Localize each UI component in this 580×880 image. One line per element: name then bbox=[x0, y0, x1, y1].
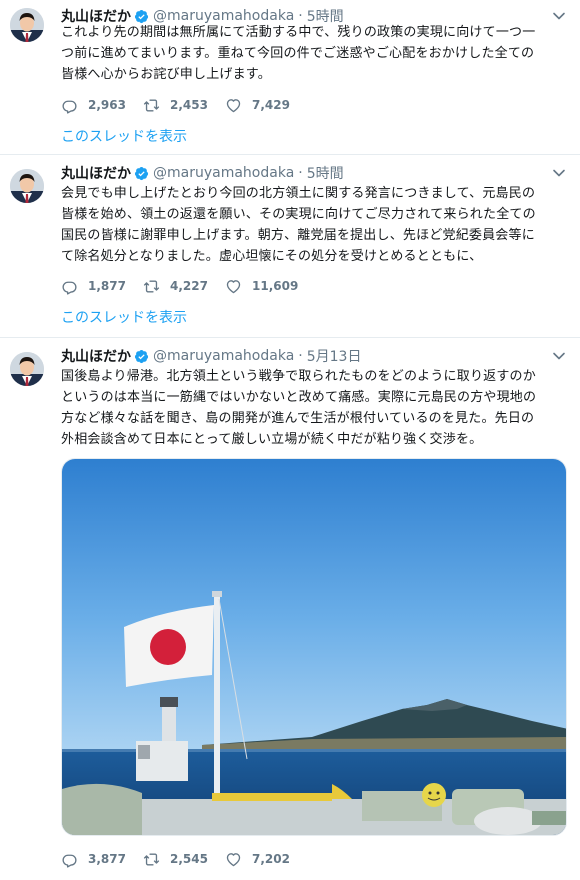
avatar[interactable] bbox=[10, 8, 44, 42]
user-handle[interactable]: @maruyamahodaka bbox=[153, 165, 294, 181]
tweet-text-line: 方など様々な話を聞き、島の開発が進んで生活が根付いているのを見た。先日の bbox=[61, 411, 535, 426]
show-thread-link[interactable]: このスレッドを表示 bbox=[61, 307, 187, 327]
retweet-button[interactable]: 2,545 bbox=[143, 851, 225, 868]
tweet-text: これより先の期間は無所属にて活動する中で、残りの政策の実現に向けて一つ一 つ前に… bbox=[61, 22, 571, 85]
reply-button[interactable]: 2,963 bbox=[61, 97, 143, 114]
heart-icon bbox=[225, 278, 242, 295]
like-button[interactable]: 7,429 bbox=[225, 97, 307, 114]
tweet-text-line: 皆様を始め、領土の返還を願い、その実現に向けてご尽力されて来られた全ての bbox=[61, 207, 536, 222]
like-count: 11,609 bbox=[252, 279, 299, 293]
timestamp[interactable]: 5時間 bbox=[307, 163, 344, 183]
tweet-photo[interactable] bbox=[61, 458, 567, 836]
tweet[interactable]: 丸山ほだか @maruyamahodaka · 5時間 会見でも申し上げたとおり… bbox=[0, 155, 580, 338]
tweet-text-line: 会見でも申し上げたとおり今回の北方領土に関する発言につきまして、元島民の bbox=[61, 186, 536, 201]
avatar[interactable] bbox=[10, 169, 44, 203]
heart-icon bbox=[225, 97, 242, 114]
timestamp[interactable]: 5月13日 bbox=[307, 346, 362, 366]
show-thread-link[interactable]: このスレッドを表示 bbox=[61, 126, 187, 146]
tweet-text-line: て除名処分となりました。虚心坦懐にその処分を受けとめるとともに、 bbox=[61, 249, 483, 264]
tweet-text-line: つ前に進めてまいります。重ねて今回の件でご迷惑やご心配をおかけした全ての bbox=[61, 46, 535, 61]
tweet-text-line: これより先の期間は無所属にて活動する中で、残りの政策の実現に向けて一つ一 bbox=[61, 25, 536, 40]
like-button[interactable]: 7,202 bbox=[225, 851, 307, 868]
reply-icon bbox=[61, 851, 78, 868]
verified-badge-icon bbox=[134, 349, 149, 364]
tweet-text: 会見でも申し上げたとおり今回の北方領土に関する発言につきまして、元島民の 皆様を… bbox=[61, 183, 571, 267]
tweet-text: 国後島より帰港。北方領土という戦争で取られたものをどのように取り返すのか という… bbox=[61, 366, 571, 450]
ship-flag-sea-photo bbox=[62, 459, 566, 835]
retweet-button[interactable]: 4,227 bbox=[143, 278, 225, 295]
reply-button[interactable]: 3,877 bbox=[61, 851, 143, 868]
tweet-text-line: 外相会談含めて日本にとって厳しい立場が続く中だが粘り強く交渉を。 bbox=[61, 432, 483, 447]
tweet-text-line: 皆様へ心からお詫び申し上げます。 bbox=[61, 67, 271, 82]
chevron-down-icon[interactable] bbox=[552, 349, 566, 363]
reply-button[interactable]: 1,877 bbox=[61, 278, 143, 295]
tweet[interactable]: 丸山ほだか @maruyamahodaka · 5時間 これより先の期間は無所属… bbox=[0, 0, 580, 155]
retweet-button[interactable]: 2,453 bbox=[143, 97, 225, 114]
tweet-actions: 3,877 2,545 7,202 bbox=[61, 849, 307, 869]
heart-icon bbox=[225, 851, 242, 868]
reply-count: 1,877 bbox=[88, 279, 126, 293]
tweet-text-line: というのは本当に一筋縄ではいかないと改めて痛感。実際に元島民の方や現地の bbox=[61, 390, 537, 405]
display-name[interactable]: 丸山ほだか bbox=[61, 346, 131, 366]
tweet-text-line: 国後島より帰港。北方領土という戦争で取られたものをどのように取り返すのか bbox=[61, 369, 536, 384]
like-count: 7,429 bbox=[252, 98, 290, 112]
tweet-actions: 1,877 4,227 11,609 bbox=[61, 276, 307, 296]
retweet-icon bbox=[143, 97, 160, 114]
retweet-icon bbox=[143, 278, 160, 295]
like-button[interactable]: 11,609 bbox=[225, 278, 307, 295]
reply-count: 3,877 bbox=[88, 852, 126, 866]
separator: · bbox=[298, 165, 303, 181]
retweet-count: 4,227 bbox=[170, 279, 208, 293]
separator: · bbox=[298, 348, 303, 364]
tweet-header: 丸山ほだか @maruyamahodaka · 5月13日 bbox=[61, 346, 566, 366]
verified-badge-icon bbox=[134, 166, 149, 181]
chevron-down-icon[interactable] bbox=[552, 9, 566, 23]
reply-icon bbox=[61, 97, 78, 114]
avatar[interactable] bbox=[10, 352, 44, 386]
retweet-count: 2,545 bbox=[170, 852, 208, 866]
tweet-actions: 2,963 2,453 7,429 bbox=[61, 95, 307, 115]
reply-icon bbox=[61, 278, 78, 295]
tweet[interactable]: 丸山ほだか @maruyamahodaka · 5月13日 国後島より帰港。北方… bbox=[0, 338, 580, 880]
tweet-text-line: 国民の皆様に謝罪申し上げます。朝方、離党届を提出し、先ほど党紀委員会等に bbox=[61, 228, 535, 243]
retweet-icon bbox=[143, 851, 160, 868]
reply-count: 2,963 bbox=[88, 98, 126, 112]
retweet-count: 2,453 bbox=[170, 98, 208, 112]
chevron-down-icon[interactable] bbox=[552, 166, 566, 180]
user-handle[interactable]: @maruyamahodaka bbox=[153, 348, 294, 364]
tweet-header: 丸山ほだか @maruyamahodaka · 5時間 bbox=[61, 163, 566, 183]
like-count: 7,202 bbox=[252, 852, 290, 866]
display-name[interactable]: 丸山ほだか bbox=[61, 163, 131, 183]
